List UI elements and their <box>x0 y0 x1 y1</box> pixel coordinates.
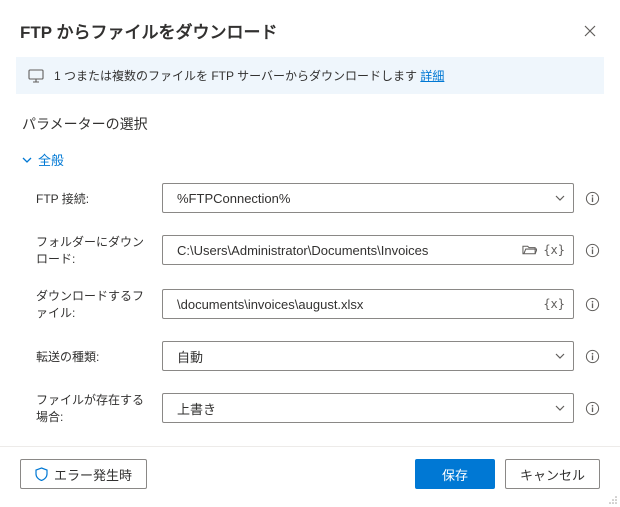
files-input[interactable]: \documents\invoices\august.xlsx {x} <box>162 289 574 319</box>
transfer-type-value: 自動 <box>171 347 555 366</box>
chevron-down-icon <box>22 155 32 165</box>
label-ftp-connection: FTP 接続: <box>36 190 154 207</box>
info-icon[interactable] <box>584 348 600 364</box>
group-header-general[interactable]: 全般 <box>0 148 620 179</box>
info-icon[interactable] <box>584 400 600 416</box>
chevron-down-icon <box>555 351 565 361</box>
section-title: パラメーターの選択 <box>0 94 620 148</box>
on-error-label: エラー発生時 <box>54 465 132 484</box>
label-files: ダウンロードするファイル: <box>36 287 154 321</box>
label-if-exists: ファイルが存在する場合: <box>36 391 154 425</box>
if-exists-value: 上書き <box>171 399 555 418</box>
label-transfer-type: 転送の種類: <box>36 348 154 365</box>
chevron-down-icon <box>555 403 565 413</box>
ftp-connection-value: %FTPConnection% <box>171 191 555 206</box>
shield-icon <box>35 467 48 481</box>
download-folder-input[interactable]: C:\Users\Administrator\Documents\Invoice… <box>162 235 574 265</box>
folder-open-icon[interactable] <box>522 244 537 256</box>
group-label: 全般 <box>38 150 64 169</box>
info-link[interactable]: 詳細 <box>420 69 444 83</box>
info-icon[interactable] <box>584 190 600 206</box>
close-button[interactable] <box>580 21 600 41</box>
files-value: \documents\invoices\august.xlsx <box>171 297 543 312</box>
chevron-down-icon <box>555 193 565 203</box>
variable-picker-icon[interactable]: {x} <box>543 297 565 311</box>
download-folder-value: C:\Users\Administrator\Documents\Invoice… <box>171 243 522 258</box>
label-download-folder: フォルダーにダウンロード: <box>36 233 154 267</box>
resize-grip[interactable] <box>608 495 618 505</box>
info-icon[interactable] <box>584 296 600 312</box>
cancel-button[interactable]: キャンセル <box>505 459 600 489</box>
info-bar: 1 つまたは複数のファイルを FTP サーバーからダウンロードします 詳細 <box>16 57 604 94</box>
on-error-button[interactable]: エラー発生時 <box>20 459 147 489</box>
if-exists-select[interactable]: 上書き <box>162 393 574 423</box>
save-button[interactable]: 保存 <box>415 459 495 489</box>
close-icon <box>584 25 596 37</box>
variable-picker-icon[interactable]: {x} <box>543 243 565 257</box>
dialog-title: FTP からファイルをダウンロード <box>20 18 278 43</box>
monitor-icon <box>28 69 44 83</box>
info-icon[interactable] <box>584 242 600 258</box>
ftp-connection-select[interactable]: %FTPConnection% <box>162 183 574 213</box>
transfer-type-select[interactable]: 自動 <box>162 341 574 371</box>
info-text: 1 つまたは複数のファイルを FTP サーバーからダウンロードします 詳細 <box>54 67 444 84</box>
